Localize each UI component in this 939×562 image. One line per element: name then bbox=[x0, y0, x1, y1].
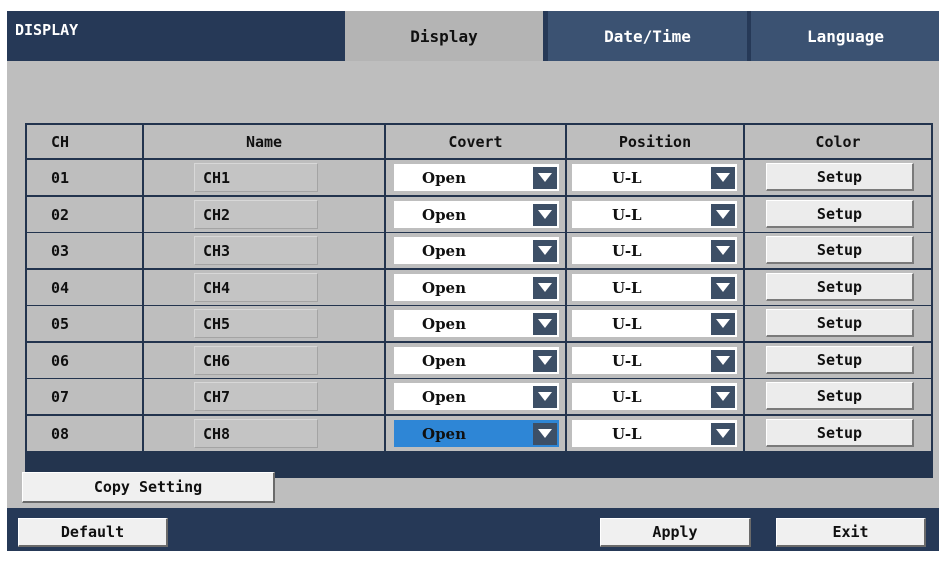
chevron-down-icon bbox=[533, 385, 557, 408]
color-setup-button[interactable]: Setup bbox=[766, 346, 914, 374]
covert-dropdown[interactable]: Open bbox=[394, 347, 559, 374]
chevron-down-icon bbox=[533, 422, 557, 445]
covert-dropdown[interactable]: Open bbox=[394, 164, 559, 191]
title-bar: DISPLAY Display Date/Time Language bbox=[7, 11, 939, 61]
position-dropdown[interactable]: U-L bbox=[572, 237, 737, 264]
channel-name-field[interactable]: CH7 bbox=[194, 382, 318, 411]
chevron-down-icon bbox=[711, 276, 735, 299]
position-value: U-L bbox=[612, 314, 642, 333]
copy-setting-button[interactable]: Copy Setting bbox=[22, 472, 275, 503]
chevron-down-icon bbox=[711, 166, 735, 189]
chevron-down-icon bbox=[711, 203, 735, 226]
color-setup-button[interactable]: Setup bbox=[766, 382, 914, 410]
covert-dropdown[interactable]: Open bbox=[394, 201, 559, 228]
chevron-down-icon bbox=[533, 276, 557, 299]
chevron-down-icon bbox=[533, 349, 557, 372]
covert-dropdown[interactable]: Open bbox=[394, 420, 559, 447]
position-value: U-L bbox=[612, 241, 642, 260]
position-dropdown[interactable]: U-L bbox=[572, 274, 737, 301]
covert-dropdown[interactable]: Open bbox=[394, 310, 559, 337]
covert-dropdown[interactable]: Open bbox=[394, 274, 559, 301]
channel-number: 02 bbox=[27, 197, 142, 232]
color-setup-button[interactable]: Setup bbox=[766, 163, 914, 191]
channel-name-field[interactable]: CH6 bbox=[194, 346, 318, 375]
channel-table: CH Name Covert Position Color 01 CH1 Open U-L Set… bbox=[25, 123, 933, 478]
channel-number: 05 bbox=[27, 306, 142, 341]
covert-dropdown[interactable]: Open bbox=[394, 383, 559, 410]
color-setup-button[interactable]: Setup bbox=[766, 273, 914, 301]
channel-name-field[interactable]: CH2 bbox=[194, 200, 318, 229]
position-dropdown[interactable]: U-L bbox=[572, 164, 737, 191]
chevron-down-icon bbox=[711, 312, 735, 335]
tab-date-time[interactable]: Date/Time bbox=[548, 11, 747, 61]
tab-display[interactable]: Display bbox=[345, 11, 543, 61]
position-value: U-L bbox=[612, 205, 642, 224]
exit-button[interactable]: Exit bbox=[776, 518, 926, 547]
channel-name-field[interactable]: CH3 bbox=[194, 236, 318, 265]
position-dropdown[interactable]: U-L bbox=[572, 383, 737, 410]
apply-button[interactable]: Apply bbox=[600, 518, 751, 547]
chevron-down-icon bbox=[711, 239, 735, 262]
channel-number: 07 bbox=[27, 379, 142, 414]
position-dropdown[interactable]: U-L bbox=[572, 201, 737, 228]
channel-name-field[interactable]: CH1 bbox=[194, 163, 318, 192]
channel-number: 03 bbox=[27, 233, 142, 268]
column-header-name: Name bbox=[144, 125, 384, 158]
covert-value: Open bbox=[422, 351, 467, 370]
position-value: U-L bbox=[612, 168, 642, 187]
channel-name-field[interactable]: CH5 bbox=[194, 309, 318, 338]
display-settings-window: DISPLAY Display Date/Time Language CH Nam… bbox=[7, 11, 939, 551]
chevron-down-icon bbox=[533, 312, 557, 335]
color-setup-button[interactable]: Setup bbox=[766, 236, 914, 264]
column-header-ch: CH bbox=[27, 125, 142, 158]
covert-value: Open bbox=[422, 241, 467, 260]
channel-number: 06 bbox=[27, 343, 142, 378]
covert-value: Open bbox=[422, 314, 467, 333]
window-title: DISPLAY bbox=[15, 21, 79, 39]
color-setup-button[interactable]: Setup bbox=[766, 200, 914, 228]
covert-value: Open bbox=[422, 278, 467, 297]
position-dropdown[interactable]: U-L bbox=[572, 347, 737, 374]
color-setup-button[interactable]: Setup bbox=[766, 419, 914, 447]
position-dropdown[interactable]: U-L bbox=[572, 310, 737, 337]
channel-name-field[interactable]: CH8 bbox=[194, 419, 318, 448]
default-button[interactable]: Default bbox=[18, 518, 168, 547]
position-value: U-L bbox=[612, 278, 642, 297]
covert-value: Open bbox=[422, 387, 467, 406]
covert-value: Open bbox=[422, 168, 467, 187]
chevron-down-icon bbox=[711, 422, 735, 445]
chevron-down-icon bbox=[533, 166, 557, 189]
column-header-position: Position bbox=[567, 125, 743, 158]
position-value: U-L bbox=[612, 424, 642, 443]
color-setup-button[interactable]: Setup bbox=[766, 309, 914, 337]
chevron-down-icon bbox=[711, 385, 735, 408]
covert-value: Open bbox=[422, 205, 467, 224]
tab-language[interactable]: Language bbox=[751, 11, 939, 61]
channel-name-field[interactable]: CH4 bbox=[194, 273, 318, 302]
chevron-down-icon bbox=[533, 203, 557, 226]
position-value: U-L bbox=[612, 351, 642, 370]
position-dropdown[interactable]: U-L bbox=[572, 420, 737, 447]
channel-number: 01 bbox=[27, 160, 142, 195]
channel-number: 04 bbox=[27, 270, 142, 305]
column-header-covert: Covert bbox=[386, 125, 565, 158]
bottom-bar: Default Apply Exit bbox=[7, 508, 939, 551]
covert-value: Open bbox=[422, 424, 467, 443]
column-header-color: Color bbox=[745, 125, 931, 158]
covert-dropdown[interactable]: Open bbox=[394, 237, 559, 264]
channel-number: 08 bbox=[27, 416, 142, 451]
chevron-down-icon bbox=[533, 239, 557, 262]
chevron-down-icon bbox=[711, 349, 735, 372]
position-value: U-L bbox=[612, 387, 642, 406]
